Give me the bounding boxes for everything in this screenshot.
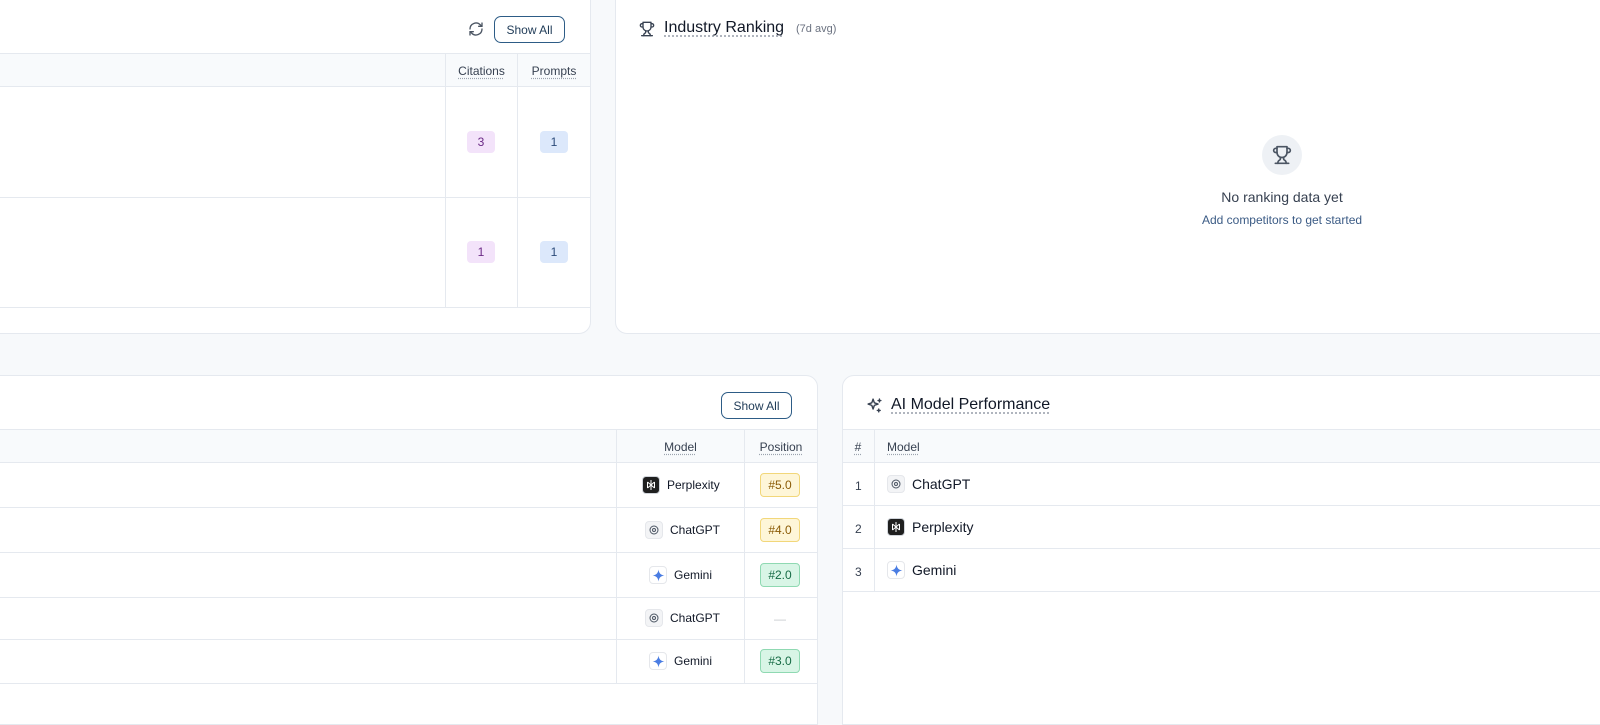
model-name: ChatGPT <box>912 476 970 492</box>
model-cell: Perplexity <box>642 476 720 494</box>
perplexity-icon <box>642 476 660 494</box>
chatgpt-icon <box>645 609 663 627</box>
model-name: Gemini <box>674 654 712 668</box>
gemini-icon <box>887 561 905 579</box>
model-name: Gemini <box>912 562 956 578</box>
trophy-icon <box>639 20 655 43</box>
position-badge: #3.0 <box>760 649 800 673</box>
model-name: ChatGPT <box>670 523 720 537</box>
sparkles-icon <box>866 397 883 419</box>
column-model[interactable]: Model <box>887 440 920 454</box>
rank-model: Perplexity <box>887 518 973 536</box>
position-badge: #2.0 <box>760 563 800 587</box>
gemini-icon <box>649 652 667 670</box>
column-model[interactable]: Model <box>620 440 741 454</box>
empty-state-title: No ranking data yet <box>1132 189 1432 205</box>
perplexity-icon <box>887 518 905 536</box>
model-name: ChatGPT <box>670 611 720 625</box>
model-cell: ChatGPT <box>645 609 720 627</box>
table-header <box>843 429 1600 463</box>
position-badge: #4.0 <box>760 518 800 542</box>
citations-count: 1 <box>467 241 495 263</box>
industry-ranking-title: Industry Ranking <box>664 19 784 37</box>
position-empty: — <box>760 607 800 631</box>
chatgpt-icon <box>645 521 663 539</box>
rank-number: 3 <box>855 565 862 579</box>
prompts-count: 1 <box>540 131 568 153</box>
show-all-button[interactable]: Show All <box>721 392 792 419</box>
responses-card <box>0 375 818 725</box>
model-cell: Gemini <box>649 652 712 670</box>
model-cell: Gemini <box>649 566 712 584</box>
model-name: Gemini <box>674 568 712 582</box>
sources-card <box>0 0 591 334</box>
ai-model-performance-title: AI Model Performance <box>891 396 1050 414</box>
column-rank[interactable]: # <box>848 440 868 454</box>
column-citations[interactable]: Citations <box>450 64 513 78</box>
trophy-icon <box>1262 135 1302 175</box>
model-name: Perplexity <box>912 519 973 535</box>
chatgpt-icon <box>887 475 905 493</box>
column-prompts[interactable]: Prompts <box>521 64 587 78</box>
prompts-count: 1 <box>540 241 568 263</box>
citations-count: 3 <box>467 131 495 153</box>
rank-number: 2 <box>855 522 862 536</box>
model-cell: ChatGPT <box>645 521 720 539</box>
refresh-icon[interactable] <box>467 20 485 38</box>
industry-ranking-subtitle: (7d avg) <box>796 23 836 35</box>
industry-ranking-card <box>615 0 1600 334</box>
show-all-button[interactable]: Show All <box>494 16 565 43</box>
rank-model: Gemini <box>887 561 956 579</box>
rank-model: ChatGPT <box>887 475 970 493</box>
model-name: Perplexity <box>667 478 720 492</box>
rank-number: 1 <box>855 479 862 493</box>
position-badge: #5.0 <box>760 473 800 497</box>
gemini-icon <box>649 566 667 584</box>
empty-state-hint: Add competitors to get started <box>1132 213 1432 227</box>
column-position[interactable]: Position <box>748 440 814 454</box>
ai-model-performance-card <box>842 375 1600 725</box>
